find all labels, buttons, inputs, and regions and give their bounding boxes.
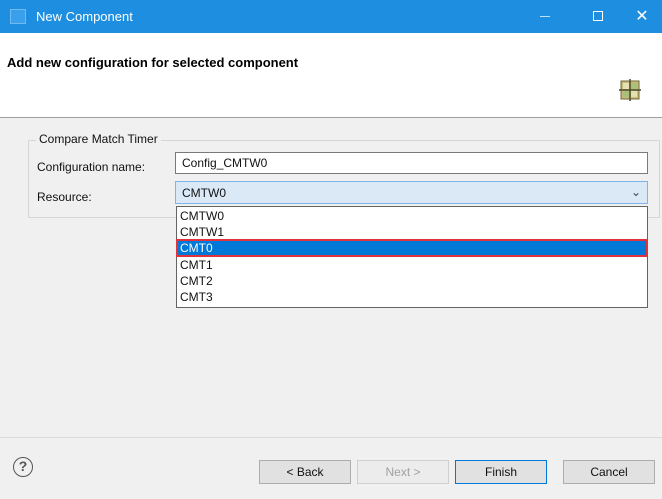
close-button[interactable]: ✕ xyxy=(622,0,662,33)
resource-label: Resource: xyxy=(37,190,92,204)
wizard-footer: ? < Back Next > Finish Cancel xyxy=(0,437,662,499)
minimize-icon xyxy=(540,16,550,17)
chevron-down-icon: ⌄ xyxy=(630,185,641,199)
resource-select[interactable]: CMTW0 ⌄ xyxy=(175,181,648,204)
resource-option[interactable]: CMTW0 xyxy=(177,208,647,224)
wizard-title: Add new configuration for selected compo… xyxy=(7,55,299,70)
component-icon xyxy=(619,79,641,101)
back-button[interactable]: < Back xyxy=(259,460,351,484)
resource-dropdown-list: CMTW0 CMTW1 CMT0 CMT1 CMT2 CMT3 xyxy=(176,206,648,308)
group-legend: Compare Match Timer xyxy=(36,132,161,146)
wizard-body: Compare Match Timer Configuration name: … xyxy=(0,118,662,437)
configuration-name-label: Configuration name: xyxy=(37,160,146,174)
maximize-icon xyxy=(593,11,603,21)
cancel-button[interactable]: Cancel xyxy=(563,460,655,484)
maximize-button[interactable] xyxy=(576,0,622,33)
resource-option[interactable]: CMTW1 xyxy=(177,224,647,240)
minimize-button[interactable] xyxy=(522,0,568,33)
next-button[interactable]: Next > xyxy=(357,460,449,484)
resource-option[interactable]: CMT2 xyxy=(177,273,647,289)
resource-option[interactable]: CMT1 xyxy=(177,257,647,273)
wizard-header: Add new configuration for selected compo… xyxy=(0,33,662,118)
help-icon[interactable]: ? xyxy=(13,457,33,477)
app-icon xyxy=(10,9,26,24)
close-icon: ✕ xyxy=(635,8,649,25)
finish-button[interactable]: Finish xyxy=(455,460,547,484)
window-title: New Component xyxy=(36,9,133,24)
resource-option[interactable]: CMT3 xyxy=(177,289,647,305)
resource-selected-value: CMTW0 xyxy=(182,186,226,200)
configuration-name-input[interactable]: Config_CMTW0 xyxy=(175,152,648,174)
resource-option-selected[interactable]: CMT0 xyxy=(176,239,648,257)
title-bar: New Component ✕ xyxy=(0,0,662,33)
